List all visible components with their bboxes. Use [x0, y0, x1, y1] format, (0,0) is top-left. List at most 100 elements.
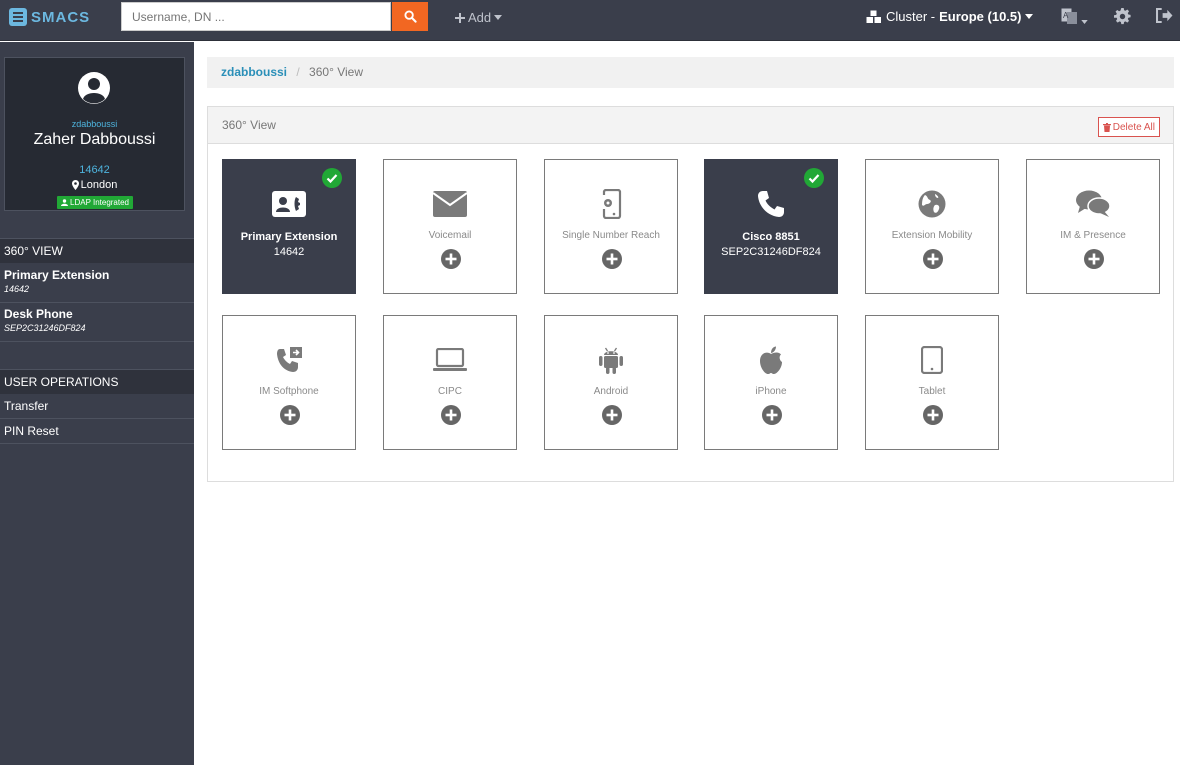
tile-label: Cisco 8851: [742, 231, 800, 243]
svg-text:A: A: [1063, 11, 1069, 20]
tile-im-presence[interactable]: IM & Presence: [1026, 159, 1160, 294]
user-icon: [61, 199, 68, 206]
sidebar: zdabboussi Zaher Dabboussi 14642 London …: [0, 42, 194, 765]
contact-card-icon: [223, 188, 355, 220]
gear-icon: [1114, 8, 1131, 25]
profile-full-name: Zaher Dabboussi: [33, 131, 156, 148]
app-logo[interactable]: SMACS: [9, 8, 90, 26]
tile-label: Extension Mobility: [891, 230, 973, 241]
tile-sublabel: SEP2C31246DF824: [721, 246, 821, 258]
breadcrumb: zdabboussi / 360° View: [207, 57, 1174, 88]
language-menu[interactable]: A: [1061, 8, 1088, 25]
delete-all-button[interactable]: Delete All: [1097, 117, 1160, 137]
sidebar-item-desk-phone[interactable]: Desk Phone SEP2C31246DF824: [0, 303, 194, 342]
panel-title: 360° View: [222, 118, 276, 132]
breadcrumb-separator: /: [296, 65, 300, 79]
sidebar-header-360-view: 360° VIEW: [0, 238, 194, 263]
tile-android[interactable]: Android: [544, 315, 678, 450]
sidebar-item-pin-reset[interactable]: PIN Reset: [0, 419, 194, 444]
sidebar-item-primary-extension[interactable]: Primary Extension 14642: [0, 264, 194, 303]
ldap-badge-text: LDAP Integrated: [70, 198, 130, 207]
caret-down-icon: [494, 15, 503, 20]
cluster-selector[interactable]: Cluster - Europe (10.5): [866, 9, 1034, 24]
settings-button[interactable]: [1114, 8, 1131, 25]
tile-label: IM & Presence: [1060, 230, 1126, 241]
plus-circle-icon[interactable]: [280, 405, 300, 425]
tile-label: Tablet: [918, 386, 946, 397]
view-360-panel: 360° View Delete All Primary Extension 1…: [207, 106, 1174, 482]
tile-iphone[interactable]: iPhone: [704, 315, 838, 450]
check-circle-icon: [804, 168, 824, 188]
phone-forward-icon: [223, 344, 355, 376]
tile-cipc[interactable]: CIPC: [383, 315, 517, 450]
tile-label: Android: [593, 386, 629, 397]
top-navbar: SMACS Add Cluster - Europe (10.5) A: [0, 0, 1180, 41]
add-label: Add: [468, 10, 492, 25]
user-profile-card: zdabboussi Zaher Dabboussi 14642 London …: [4, 57, 185, 211]
breadcrumb-current: 360° View: [309, 65, 363, 79]
tile-tablet[interactable]: Tablet: [865, 315, 999, 450]
plus-circle-icon[interactable]: [441, 249, 461, 269]
tile-label: Single Number Reach: [562, 230, 660, 241]
caret-down-icon: [1025, 14, 1034, 19]
tile-im-softphone[interactable]: IM Softphone: [222, 315, 356, 450]
tablet-icon: [866, 344, 998, 376]
cluster-name: Europe (10.5): [939, 9, 1022, 24]
logo-icon: [9, 8, 27, 26]
logo-text: SMACS: [31, 8, 91, 26]
add-menu[interactable]: Add: [455, 10, 503, 25]
profile-username: zdabboussi: [71, 119, 118, 129]
panel-header: 360° View Delete All: [208, 107, 1173, 144]
tile-cisco-8851[interactable]: Cisco 8851 SEP2C31246DF824: [704, 159, 838, 294]
android-icon: [545, 344, 677, 376]
tile-primary-extension[interactable]: Primary Extension 14642: [222, 159, 356, 294]
tile-single-number-reach[interactable]: Single Number Reach: [544, 159, 678, 294]
logout-button[interactable]: [1156, 8, 1173, 23]
map-marker-icon: [71, 180, 79, 190]
check-circle-icon: [322, 168, 342, 188]
tile-label: Voicemail: [428, 230, 472, 241]
trash-icon: [1102, 122, 1111, 132]
laptop-icon: [384, 344, 516, 376]
cubes-icon: [866, 10, 881, 23]
plus-circle-icon[interactable]: [602, 405, 622, 425]
tile-label: iPhone: [755, 386, 787, 397]
sidebar-item-title: Primary Extension: [4, 268, 110, 282]
tile-voicemail[interactable]: Voicemail: [383, 159, 517, 294]
search-input[interactable]: [121, 2, 391, 31]
translate-icon: A: [1061, 8, 1077, 24]
sidebar-item-title: Desk Phone: [4, 307, 73, 321]
plus-circle-icon[interactable]: [1084, 249, 1104, 269]
breadcrumb-user-link[interactable]: zdabboussi: [221, 65, 287, 79]
user-avatar-icon: [78, 72, 110, 104]
sidebar-item-subtitle: 14642: [4, 284, 30, 294]
apple-icon: [705, 344, 837, 376]
plus-icon: [455, 12, 465, 23]
tile-label: Primary Extension: [240, 231, 338, 243]
caret-down-icon: [1081, 19, 1088, 24]
plus-circle-icon[interactable]: [441, 405, 461, 425]
search-icon: [403, 10, 417, 23]
plus-circle-icon[interactable]: [602, 249, 622, 269]
plus-circle-icon[interactable]: [923, 249, 943, 269]
globe-icon: [866, 188, 998, 220]
profile-extension[interactable]: 14642: [5, 164, 184, 176]
delete-all-label: Delete All: [1112, 121, 1155, 133]
search-button[interactable]: [392, 2, 428, 31]
chat-bubbles-icon: [1027, 188, 1159, 220]
plus-circle-icon[interactable]: [923, 405, 943, 425]
tile-sublabel: 14642: [273, 246, 305, 258]
sidebar-item-transfer[interactable]: Transfer: [0, 394, 194, 419]
profile-location: London: [5, 179, 184, 191]
ldap-badge: LDAP Integrated: [57, 196, 134, 209]
phone-icon: [705, 188, 837, 220]
tile-label: CIPC: [438, 386, 462, 397]
envelope-icon: [384, 188, 516, 220]
tile-label: IM Softphone: [259, 386, 319, 397]
cluster-prefix: Cluster -: [886, 9, 936, 24]
sidebar-header-user-operations: USER OPERATIONS: [0, 369, 194, 394]
tile-extension-mobility[interactable]: Extension Mobility: [865, 159, 999, 294]
sidebar-item-subtitle: SEP2C31246DF824: [4, 323, 86, 333]
profile-location-text: London: [80, 179, 118, 191]
plus-circle-icon[interactable]: [762, 405, 782, 425]
